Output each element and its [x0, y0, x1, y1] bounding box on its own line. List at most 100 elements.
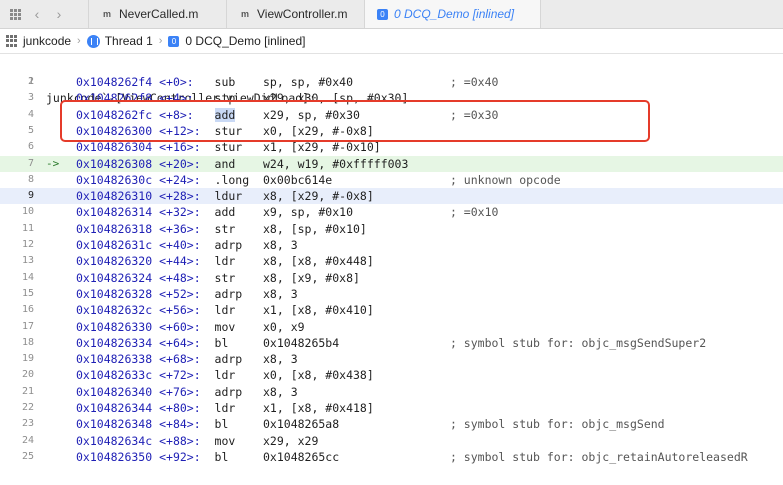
instruction-offset: <+16>: — [159, 140, 201, 155]
instruction: 0x104826330 <+60>: mov x0, x9 — [76, 319, 305, 335]
mnemonic: adrp — [214, 352, 243, 367]
instruction-offset: <+52>: — [159, 286, 201, 301]
mnemonic: adrp — [214, 238, 243, 252]
code-line[interactable]: 23 0x104826348 <+84>: bl 0x1048265a8 ; sy… — [0, 416, 783, 432]
objc-file-icon: m — [240, 9, 249, 19]
operands: x0, [x8, #0x438] — [263, 368, 374, 383]
operands: 0x1048265b4 — [263, 335, 340, 350]
code-line[interactable]: 18 0x104826334 <+64>: bl 0x1048265b4 ; sy… — [0, 335, 783, 351]
code-line[interactable]: 9 0x104826310 <+28>: ldur x8, [x29, #-0x8… — [0, 188, 783, 205]
code-line[interactable]: 10 0x104826314 <+32>: add x9, sp, #0x10 ;… — [0, 204, 783, 220]
stack-frame-icon: 0 — [168, 35, 180, 47]
code-line[interactable]: 7 -> 0x104826308 <+20>: and w24, w19, #0xf… — [0, 155, 783, 172]
breadcrumb-chevron-icon: › — [158, 35, 163, 47]
line-number: 11 — [21, 222, 34, 234]
mnemonic: bl — [214, 449, 229, 464]
stack-frame-icon: 0 — [377, 8, 388, 20]
tab-bar-empty — [540, 0, 783, 28]
line-number: 25 — [21, 450, 34, 462]
instruction-offset: <+32>: — [159, 205, 201, 220]
instruction-address: 0x104826334 — [76, 335, 153, 350]
operands: x8, [x29, #-0x8] — [263, 189, 374, 204]
objc-file-icon: m — [102, 9, 111, 19]
line-number: 14 — [21, 271, 34, 283]
tab-label: 0 DCQ_Demo [inlined] — [394, 7, 515, 21]
program-counter-arrow: -> — [46, 156, 60, 170]
code-line[interactable]: 11 0x104826318 <+36>: str x8, [sp, #0x10] — [0, 221, 783, 237]
tab-dcq-demo-inlined[interactable]: 0 0 DCQ_Demo [inlined] — [364, 0, 540, 28]
instruction: 0x104826334 <+64>: bl 0x1048265b4 ; symb… — [76, 335, 706, 351]
instruction-address: 0x104826324 — [76, 270, 153, 285]
mnemonic: adrp — [214, 286, 243, 301]
instruction: 0x104826340 <+76>: adrp x8, 3 — [76, 384, 298, 400]
code-line[interactable]: 19 0x104826338 <+68>: adrp x8, 3 — [0, 351, 783, 367]
line-number: 2 — [27, 76, 34, 87]
instruction: 0x10482632c <+56>: ldr x1, [x8, #0x410] — [76, 302, 374, 318]
instruction: 0x104826308 <+20>: and w24, w19, #0xffff… — [76, 156, 408, 172]
tab-viewcontroller[interactable]: m ViewController.m — [226, 0, 364, 28]
breadcrumb-project[interactable]: junkcode — [0, 34, 73, 48]
operands: x1, [x8, #0x410] — [263, 303, 374, 318]
mnemonic: ldur — [214, 189, 243, 204]
code-line[interactable]: 8 0x10482630c <+24>: .long 0x00bc614e ; u… — [0, 172, 783, 188]
mnemonic: ldr — [214, 303, 236, 318]
instruction-address: 0x104826318 — [76, 221, 153, 236]
mnemonic: adrp — [214, 384, 243, 399]
instruction-address: 0x104826310 — [76, 189, 153, 204]
mnemonic: ldr — [214, 401, 236, 415]
instruction-offset: <+28>: — [159, 189, 201, 204]
back-chevron-icon[interactable]: ‹ — [26, 3, 48, 25]
mnemonic: and — [214, 156, 236, 171]
line-number: 5 — [27, 124, 34, 136]
line-number: 8 — [27, 173, 34, 185]
code-line[interactable]: 15 0x104826328 <+52>: adrp x8, 3 — [0, 286, 783, 302]
comment: ; symbol stub for: objc_msgSendSuper2 — [449, 335, 707, 350]
code-line[interactable]: 12 0x10482631c <+40>: adrp x8, 3 — [0, 237, 783, 253]
code-line[interactable]: 17 0x104826330 <+60>: mov x0, x9 — [0, 319, 783, 335]
line-number: 19 — [21, 353, 34, 365]
mnemonic: add — [214, 205, 236, 220]
breadcrumb-thread[interactable]: Thread 1 — [85, 34, 155, 48]
mnemonic: bl — [214, 335, 229, 350]
line-number: 3 — [27, 92, 34, 104]
instruction-offset: <+60>: — [159, 319, 201, 334]
instruction: 0x10482631c <+40>: adrp x8, 3 — [76, 237, 298, 253]
line-number: 22 — [21, 402, 34, 413]
instruction-address: 0x104826314 — [76, 205, 153, 220]
operands: x1, [x29, #-0x10] — [263, 140, 381, 155]
app-target-icon — [6, 35, 18, 47]
line-number: 24 — [21, 434, 34, 446]
instruction-address: 0x10482634c — [76, 433, 153, 448]
operands: 0x00bc614e — [263, 172, 333, 187]
related-items-icon[interactable] — [4, 3, 26, 25]
operands: x8, [x9, #0x8] — [263, 270, 360, 285]
instruction-offset: <+84>: — [159, 417, 201, 432]
operands: 0x1048265cc — [263, 449, 340, 464]
operands: 0x1048265a8 — [263, 417, 340, 432]
tab-label: ViewController.m — [257, 7, 348, 21]
instruction-address: 0x104826338 — [76, 352, 153, 367]
code-line[interactable]: 14 0x104826324 <+48>: str x8, [x9, #0x8] — [0, 270, 783, 286]
instruction: 0x10482634c <+88>: mov x29, x29 — [76, 433, 318, 449]
code-line[interactable]: 21 0x104826340 <+76>: adrp x8, 3 — [0, 384, 783, 400]
mnemonic: bl — [214, 417, 229, 432]
mnemonic: mov — [214, 319, 236, 334]
line-number: 15 — [21, 287, 34, 299]
code-line[interactable]: 13 0x104826320 <+44>: ldr x8, [x8, #0x448… — [0, 253, 783, 269]
code-line[interactable]: 25 0x104826350 <+92>: bl 0x1048265cc ; sy… — [0, 449, 783, 465]
tab-nevercalled[interactable]: m NeverCalled.m — [88, 0, 226, 28]
forward-chevron-icon[interactable]: › — [48, 3, 70, 25]
instruction-address: 0x104826320 — [76, 254, 153, 269]
operands: x8, 3 — [263, 352, 298, 367]
breadcrumb-frame[interactable]: 0 0 DCQ_Demo [inlined] — [166, 34, 307, 48]
code-line[interactable]: 24 0x10482634c <+88>: mov x29, x29 — [0, 433, 783, 449]
code-line[interactable]: 2 0x1048262f4 <+0>: sub sp, sp, #0x40 ; =… — [0, 74, 783, 90]
code-line[interactable]: 16 0x10482632c <+56>: ldr x1, [x8, #0x410… — [0, 302, 783, 318]
instruction-offset: <+36>: — [159, 221, 201, 236]
instruction-address: 0x104826348 — [76, 417, 153, 432]
code-line[interactable]: 20 0x10482633c <+72>: ldr x0, [x8, #0x438… — [0, 367, 783, 383]
breadcrumb: junkcode › Thread 1 › 0 0 DCQ_Demo [inli… — [0, 29, 783, 54]
mnemonic: str — [214, 270, 236, 285]
code-line[interactable]: 22 0x104826344 <+80>: ldr x1, [x8, #0x418… — [0, 400, 783, 416]
instruction: 0x10482633c <+72>: ldr x0, [x8, #0x438] — [76, 367, 374, 383]
